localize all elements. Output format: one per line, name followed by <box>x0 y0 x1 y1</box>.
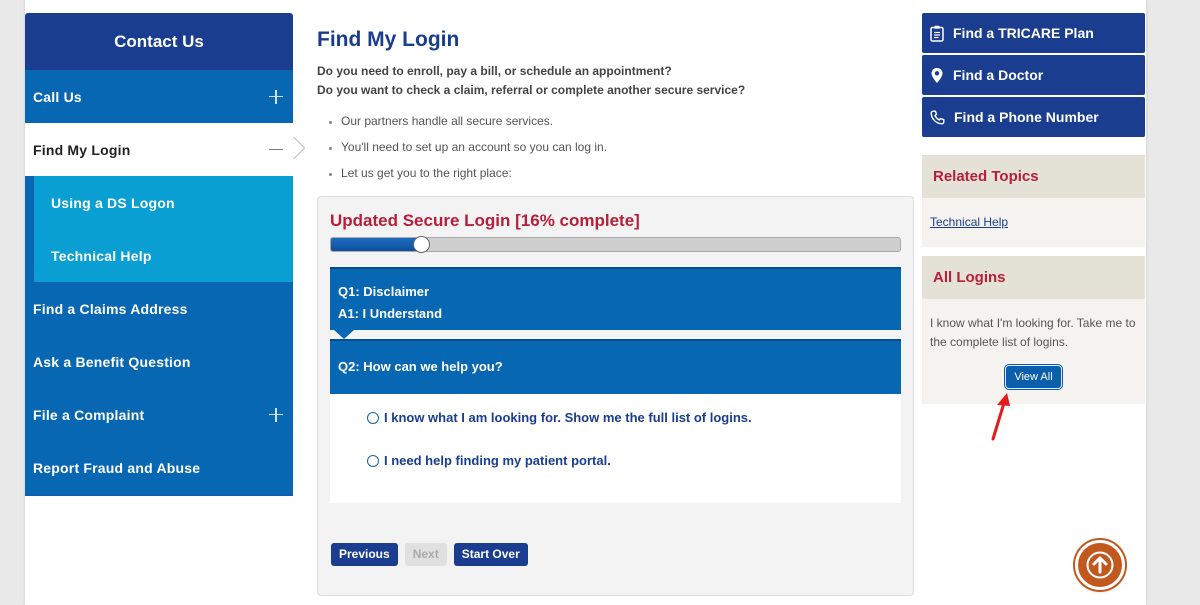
intro-text: Do you need to enroll, pay a bill, or sc… <box>317 62 914 100</box>
left-nav: Contact Us Call Us Find My Login Using a… <box>25 13 306 496</box>
progress-bar <box>330 236 901 253</box>
wizard-title: Updated Secure Login [16% complete] <box>330 211 640 230</box>
notch-icon <box>334 330 354 339</box>
radio-button[interactable] <box>367 411 379 424</box>
nav-item-label: Find My Login <box>33 141 131 158</box>
find-tricare-plan-button[interactable]: Find a TRICARE Plan <box>922 13 1145 53</box>
panel-body: I know what I'm looking for. Take me to … <box>922 299 1145 404</box>
plus-icon[interactable] <box>269 89 283 104</box>
view-all-button[interactable]: View All <box>1005 365 1062 389</box>
radio-button[interactable] <box>367 454 379 467</box>
nav-title: Contact Us <box>25 13 293 70</box>
find-phone-number-button[interactable]: Find a Phone Number <box>922 97 1145 137</box>
quick-link-label: Find a Phone Number <box>954 109 1099 125</box>
all-logins-panel: All Logins I know what I'm looking for. … <box>922 256 1145 404</box>
list-item: Our partners handle all secure services. <box>341 108 914 134</box>
list-item: You'll need to set up an account so you … <box>341 134 914 160</box>
nav-item-call-us[interactable]: Call Us <box>25 70 293 123</box>
option-label: I need help finding my patient portal. <box>384 453 611 468</box>
related-topics-panel: Related Topics Technical Help <box>922 155 1145 247</box>
nav-item-using-ds-logon[interactable]: Using a DS Logon <box>34 176 293 229</box>
nav-item-file-complaint[interactable]: File a Complaint <box>25 388 293 441</box>
nav-item-technical-help[interactable]: Technical Help <box>34 229 293 282</box>
intro-line: Do you need to enroll, pay a bill, or sc… <box>317 64 672 78</box>
list-item: Let us get you to the right place: <box>341 160 914 186</box>
question-2-block: Q2: How can we help you? <box>330 339 901 403</box>
nav-item-find-my-login[interactable]: Find My Login <box>25 123 306 176</box>
minus-icon[interactable] <box>269 143 283 157</box>
back-to-top-button[interactable] <box>1075 540 1125 590</box>
start-over-button[interactable]: Start Over <box>453 543 528 566</box>
progress-fill <box>331 238 423 251</box>
nav-item-label: Using a DS Logon <box>51 194 175 211</box>
map-pin-icon <box>931 67 943 83</box>
nav-item-label: File a Complaint <box>33 406 145 423</box>
answer-options: I know what I am looking for. Show me th… <box>330 394 901 503</box>
nav-item-label: Call Us <box>33 88 82 105</box>
nav-subgroup: Using a DS Logon Technical Help <box>25 176 293 282</box>
option-patient-portal[interactable]: I need help finding my patient portal. <box>367 453 611 468</box>
progress-knob <box>413 236 431 253</box>
arrow-up-icon <box>1086 551 1114 579</box>
next-button: Next <box>404 543 447 566</box>
intro-line: Do you want to check a claim, referral o… <box>317 83 746 97</box>
panel-title: Related Topics <box>922 155 1145 198</box>
nav-item-claims-address[interactable]: Find a Claims Address <box>25 282 293 335</box>
red-arrow-annotation-icon <box>991 393 1010 441</box>
wizard-buttons: Previous Next Start Over <box>331 543 528 566</box>
login-wizard: Updated Secure Login [16% complete] Q1: … <box>317 196 914 596</box>
quick-link-label: Find a TRICARE Plan <box>953 25 1094 41</box>
all-logins-text: I know what I'm looking for. Take me to … <box>930 316 1136 349</box>
panel-title: All Logins <box>922 256 1145 299</box>
previous-button[interactable]: Previous <box>331 543 398 566</box>
phone-icon <box>930 110 945 124</box>
page-title: Find My Login <box>317 28 460 51</box>
panel-body: Technical Help <box>922 198 1145 247</box>
nav-item-benefit-question[interactable]: Ask a Benefit Question <box>25 335 293 388</box>
nav-item-label: Technical Help <box>51 247 152 264</box>
right-sidebar: Find a TRICARE Plan Find a Doctor Find a… <box>922 13 1145 404</box>
main-content: Find My Login Do you need to enroll, pay… <box>317 28 914 186</box>
bullet-list: Our partners handle all secure services.… <box>317 108 914 186</box>
technical-help-link[interactable]: Technical Help <box>930 215 1008 229</box>
question-2: Q2: How can we help you? <box>338 359 503 374</box>
option-label: I know what I am looking for. Show me th… <box>384 410 752 425</box>
answer-1: A1: I Understand <box>338 306 443 321</box>
question-1: Q1: Disclaimer <box>338 284 430 299</box>
clipboard-icon <box>930 25 944 42</box>
find-doctor-button[interactable]: Find a Doctor <box>922 55 1145 95</box>
question-1-block[interactable]: Q1: Disclaimer A1: I Understand <box>330 267 901 339</box>
plus-icon[interactable] <box>269 407 283 422</box>
nav-item-label: Report Fraud and Abuse <box>33 459 201 476</box>
nav-item-report-fraud[interactable]: Report Fraud and Abuse <box>25 441 293 494</box>
nav-item-label: Ask a Benefit Question <box>33 353 191 370</box>
option-full-list[interactable]: I know what I am looking for. Show me th… <box>367 410 752 425</box>
quick-link-label: Find a Doctor <box>953 67 1044 83</box>
nav-item-label: Find a Claims Address <box>33 300 188 317</box>
